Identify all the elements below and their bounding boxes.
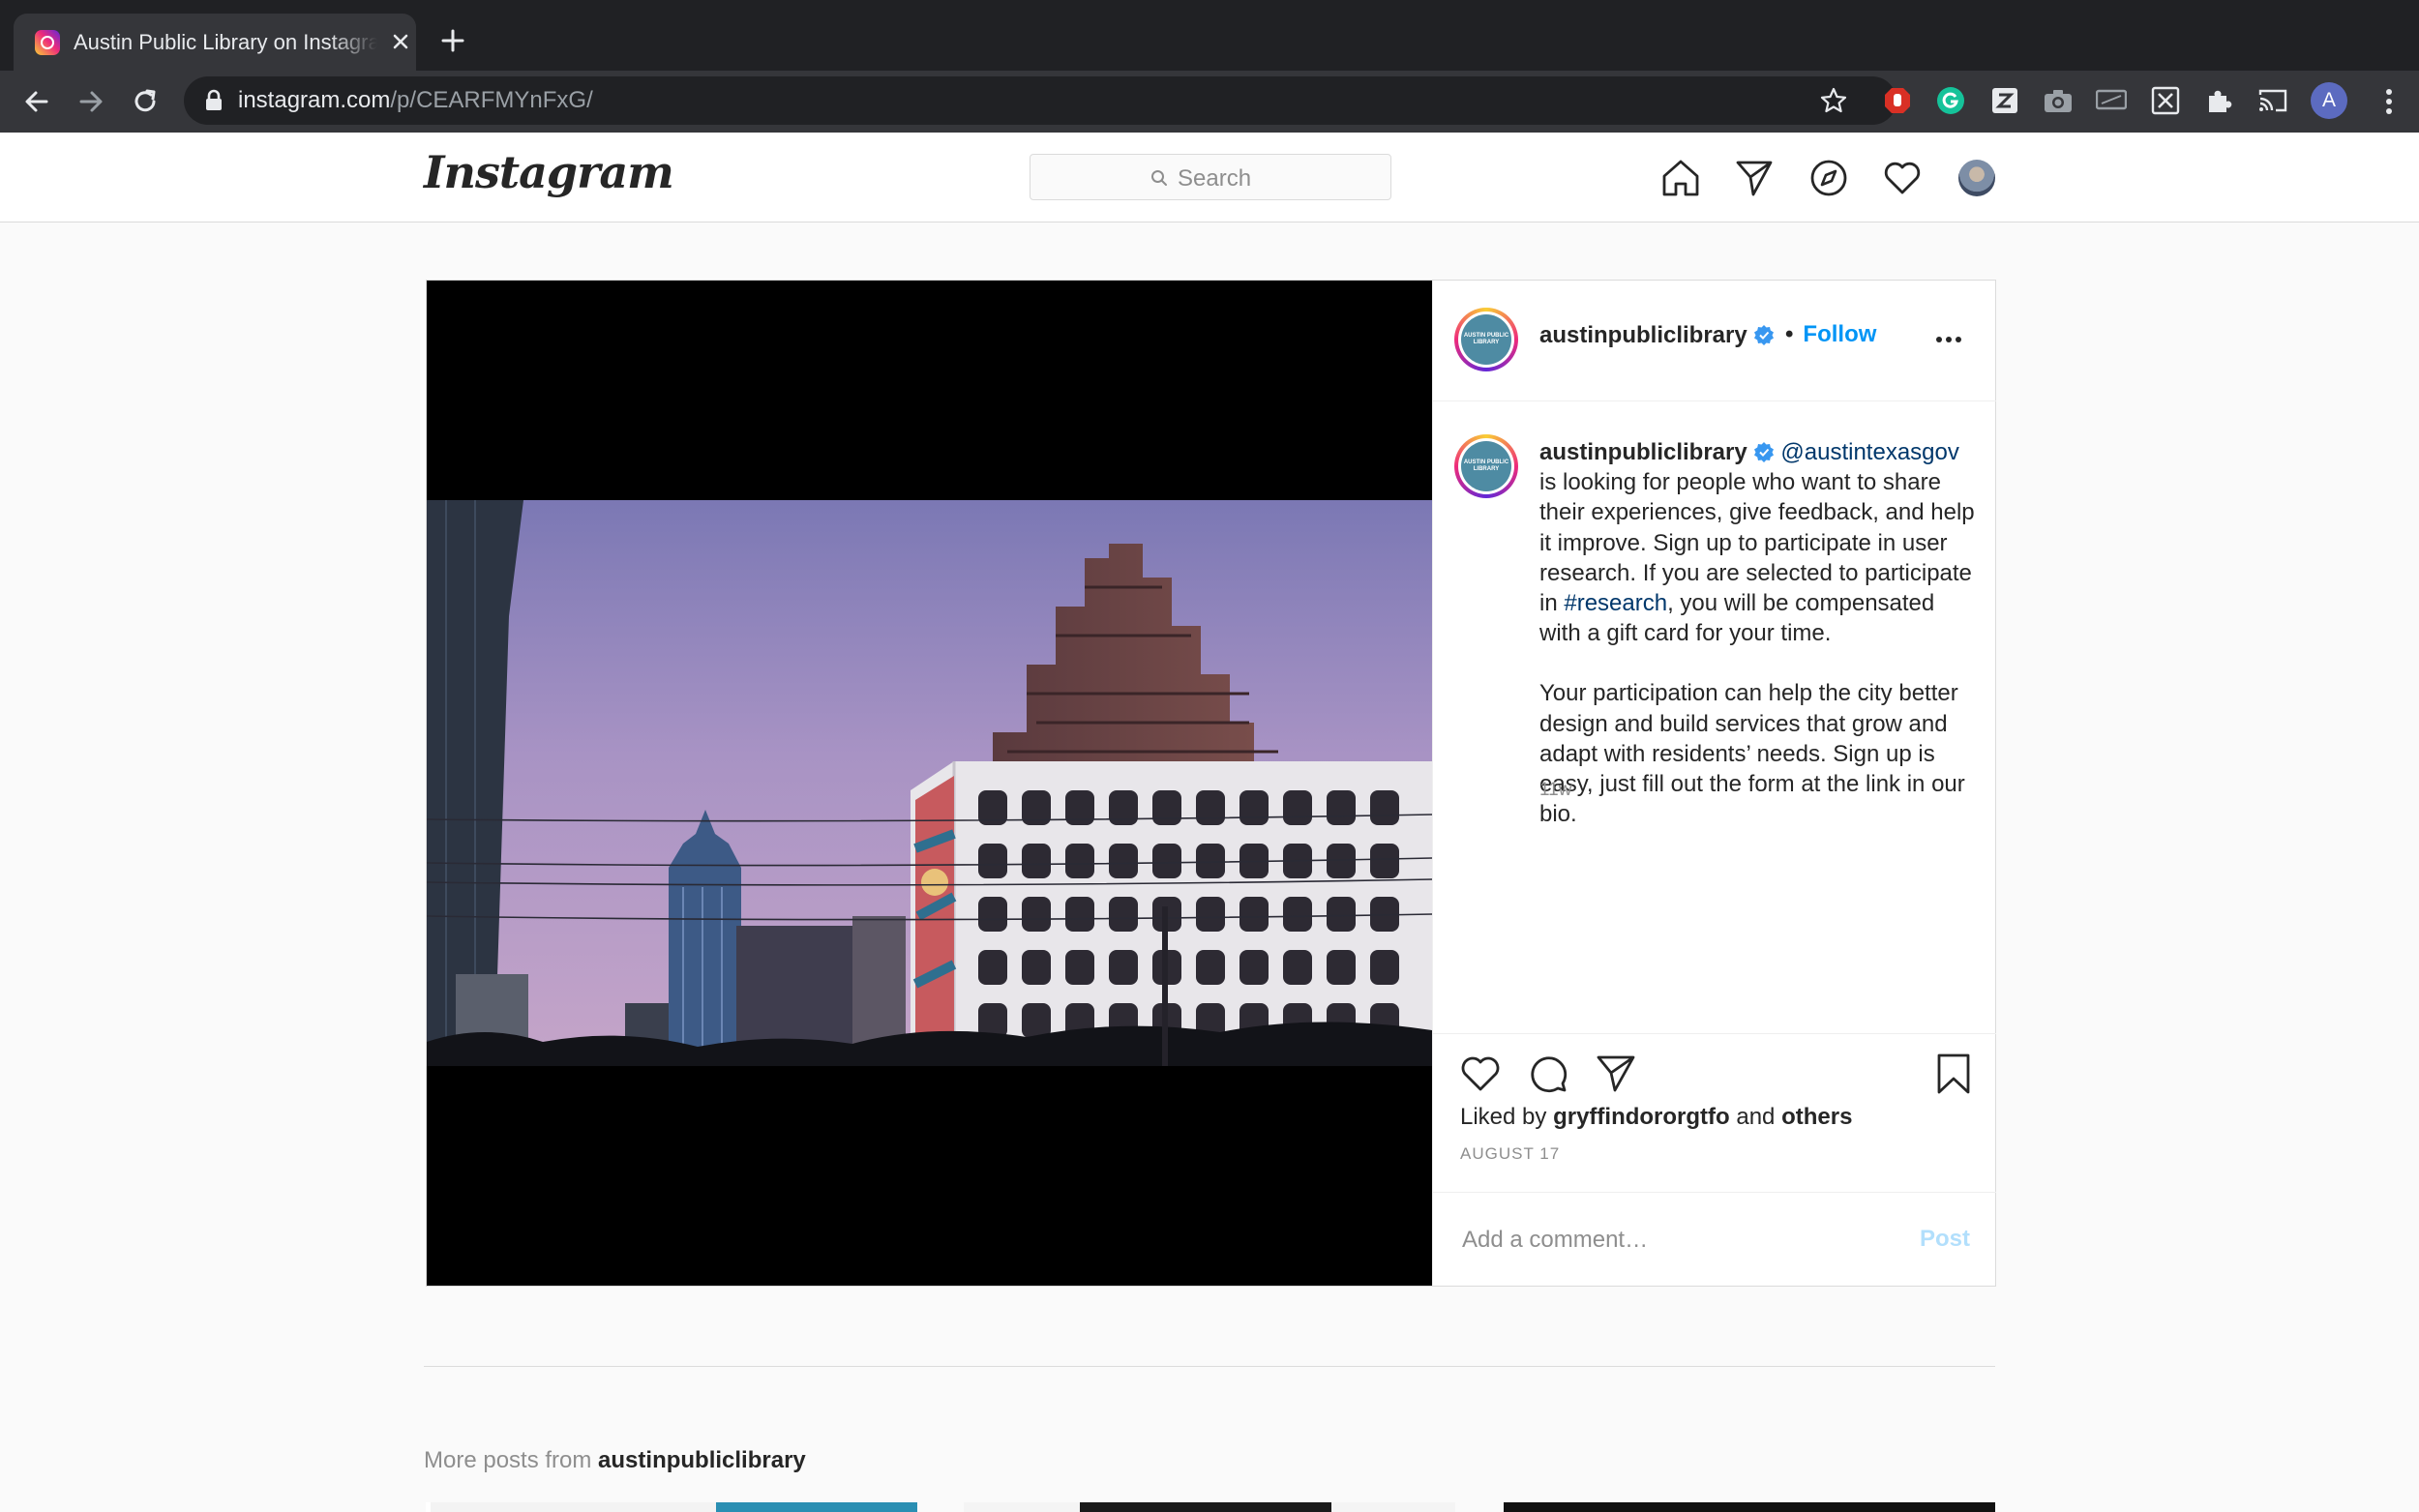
author-username-header[interactable]: austinpubliclibrary (1539, 322, 1775, 349)
search-input[interactable]: Search (1030, 154, 1391, 200)
instagram-logo[interactable]: Instagram (424, 146, 674, 198)
camera-extension-icon[interactable] (2042, 84, 2075, 117)
address-bar[interactable]: instagram.com/p/CEARFMYnFxG/ (184, 76, 1896, 125)
author-avatar[interactable]: AUSTIN PUBLIC LIBRARY (1454, 308, 1518, 371)
adblock-extension-icon[interactable] (1881, 84, 1914, 117)
tab-title: Austin Public Library on Instagram (74, 30, 377, 54)
lock-icon (206, 89, 222, 110)
post-date[interactable]: AUGUST 17 (1460, 1144, 1560, 1164)
puzzle-extensions-icon[interactable] (2203, 84, 2236, 117)
instagram-favicon-icon (35, 30, 60, 55)
more-post-thumbnail[interactable] (1504, 1502, 1995, 1512)
grammarly-extension-icon[interactable] (1934, 84, 1967, 117)
bookmark-star-icon[interactable] (1819, 86, 1848, 115)
capture-extension-icon[interactable] (2149, 84, 2182, 117)
caption-timestamp[interactable]: 11w (1539, 780, 1571, 801)
comment-form: Post (1433, 1192, 1996, 1287)
post-comment-button[interactable]: Post (1920, 1226, 1970, 1253)
cast-icon[interactable] (2256, 84, 2289, 117)
like-heart-icon[interactable] (1458, 1052, 1503, 1096)
caption-username[interactable]: austinpubliclibrary (1539, 439, 1747, 465)
austin-skyline-image (427, 500, 1432, 1066)
browser-toolbar: instagram.com/p/CEARFMYnFxG/ A (0, 71, 2419, 133)
zotero-extension-icon[interactable] (1988, 84, 2021, 117)
user-profile-avatar[interactable] (1958, 160, 1995, 196)
section-divider (424, 1366, 1995, 1367)
liked-by-text: Liked by gryffindororgtfo and others (1460, 1104, 1853, 1130)
direct-messages-icon[interactable] (1734, 158, 1775, 198)
screen-extension-icon[interactable] (2095, 84, 2128, 117)
post-caption: AUSTIN PUBLIC LIBRARY austinpubliclibrar… (1433, 400, 1996, 1314)
forward-icon[interactable] (74, 84, 108, 119)
new-tab-icon[interactable] (437, 25, 468, 56)
browser-tabstrip: Austin Public Library on Instagram (0, 0, 2419, 71)
more-options-icon[interactable] (1932, 323, 1965, 356)
more-posts-heading: More posts from austinpubliclibrary (424, 1447, 806, 1473)
post-actions: Liked by gryffindororgtfo and others AUG… (1433, 1033, 1996, 1164)
liked-by-others-link[interactable]: others (1781, 1104, 1852, 1130)
more-post-thumbnail[interactable] (964, 1502, 1455, 1512)
instagram-header: Instagram Search (0, 133, 2419, 222)
explore-compass-icon[interactable] (1808, 158, 1849, 198)
verified-badge-icon (1753, 442, 1774, 462)
post-sidebar: AUSTIN PUBLIC LIBRARY austinpubliclibrar… (1432, 281, 1996, 1286)
url-text: instagram.com/p/CEARFMYnFxG/ (238, 87, 593, 113)
search-placeholder: Search (1178, 165, 1252, 192)
more-post-thumbnail[interactable] (426, 1502, 917, 1512)
more-posts-username-link[interactable]: austinpubliclibrary (598, 1447, 806, 1473)
post-photo[interactable] (427, 281, 1432, 1286)
chrome-menu-icon[interactable] (2373, 84, 2405, 119)
comment-input[interactable] (1460, 1220, 1890, 1260)
verified-badge-icon (1753, 325, 1774, 345)
library-logo-small: AUSTIN PUBLIC LIBRARY (1461, 441, 1511, 491)
activity-heart-icon[interactable] (1882, 158, 1923, 198)
profile-avatar[interactable]: A (2311, 82, 2347, 119)
search-icon (1151, 170, 1167, 186)
post-header: AUSTIN PUBLIC LIBRARY austinpubliclibrar… (1433, 281, 1996, 401)
post-card: AUSTIN PUBLIC LIBRARY austinpubliclibrar… (426, 280, 1996, 1287)
library-logo: AUSTIN PUBLIC LIBRARY (1461, 314, 1511, 365)
back-icon[interactable] (19, 84, 54, 119)
hashtag-link[interactable]: #research (1564, 590, 1667, 616)
caption-paragraph-2: Your participation can help the city bet… (1539, 680, 1965, 828)
follow-area: • Follow (1785, 321, 1877, 347)
liked-by-user-link[interactable]: gryffindororgtfo (1553, 1104, 1730, 1130)
browser-tab[interactable]: Austin Public Library on Instagram (14, 14, 416, 71)
save-bookmark-icon[interactable] (1931, 1052, 1976, 1096)
follow-button[interactable]: Follow (1803, 321, 1876, 347)
close-tab-icon[interactable] (387, 28, 414, 55)
reload-icon[interactable] (128, 84, 163, 119)
share-icon[interactable] (1594, 1052, 1638, 1096)
caption-author-avatar[interactable]: AUSTIN PUBLIC LIBRARY (1454, 434, 1518, 498)
comment-icon[interactable] (1526, 1052, 1570, 1096)
home-icon[interactable] (1660, 158, 1701, 198)
mention-link[interactable]: @austintexasgov (1780, 439, 1958, 465)
caption-text: austinpubliclibrary @austintexasgov is l… (1539, 437, 1975, 829)
